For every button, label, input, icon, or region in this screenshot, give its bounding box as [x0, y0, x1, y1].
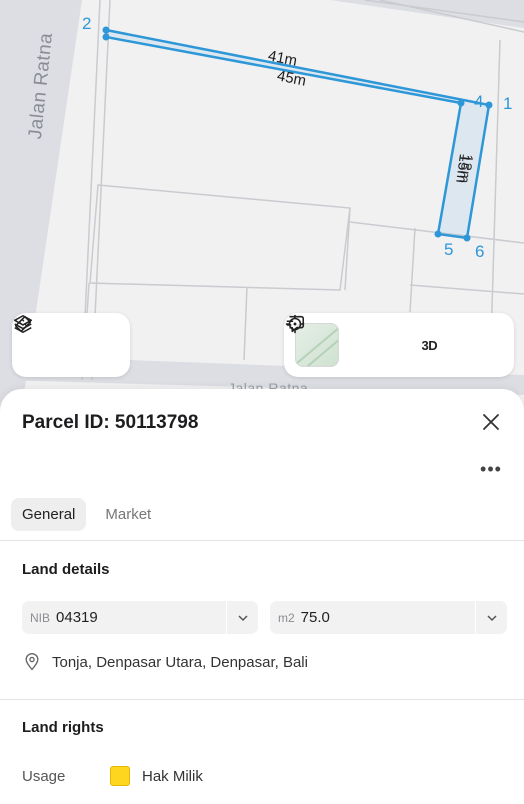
- more-options-button[interactable]: •••: [478, 459, 504, 479]
- land-details-heading: Land details: [22, 561, 110, 578]
- usage-label: Usage: [22, 768, 66, 785]
- measure-button[interactable]: [14, 315, 118, 365]
- area-prefix: m2: [278, 610, 295, 625]
- divider: [0, 540, 524, 541]
- usage-color-swatch: [110, 766, 130, 786]
- 3d-toggle-button[interactable]: 3D: [409, 325, 449, 365]
- chevron-down-icon: [486, 614, 497, 621]
- location-pin-icon: [25, 653, 39, 671]
- close-icon: [483, 414, 499, 430]
- area-value: 75.0: [300, 609, 330, 626]
- nib-dropdown-button[interactable]: [226, 601, 258, 634]
- tab-market[interactable]: Market: [94, 498, 162, 531]
- locate-button[interactable]: [285, 314, 395, 365]
- vertex-label: 6: [475, 242, 485, 261]
- address-row: Tonja, Denpasar Utara, Denpasar, Bali: [22, 652, 308, 672]
- vertex-label: 4: [474, 92, 484, 111]
- area-dropdown-button[interactable]: [475, 601, 507, 634]
- feedback-button[interactable]: [286, 315, 504, 365]
- vertex-label: 1: [503, 94, 513, 113]
- vertex-label: 2: [82, 14, 92, 33]
- land-rights-heading: Land rights: [22, 719, 104, 736]
- tab-bar: General Market: [11, 498, 162, 531]
- map-tools-right: 3D: [284, 313, 514, 377]
- divider: [0, 699, 524, 700]
- nib-field[interactable]: NIB 04319: [22, 601, 258, 634]
- map-view[interactable]: Jalan Ratna Jalan Ratna 2 1 4 5 6 41m 45…: [0, 0, 524, 420]
- usage-value: Hak Milik: [142, 768, 203, 785]
- area-field[interactable]: m2 75.0: [270, 601, 507, 634]
- map-tools-left: [12, 313, 130, 377]
- chat-bubble-icon: [286, 315, 305, 333]
- parcel-sheet: Parcel ID: 50113798 ••• General Market L…: [0, 389, 524, 804]
- tab-general[interactable]: General: [11, 498, 87, 531]
- vertex-label: 5: [444, 240, 454, 259]
- close-button[interactable]: [476, 407, 506, 437]
- address-text: Tonja, Denpasar Utara, Denpasar, Bali: [52, 653, 308, 671]
- nib-value: 04319: [56, 609, 98, 626]
- ruler-icon: [14, 315, 32, 333]
- parcel-title: Parcel ID: 50113798: [22, 412, 199, 433]
- nib-prefix: NIB: [30, 610, 51, 625]
- 3d-label: 3D: [421, 337, 438, 353]
- chevron-down-icon: [237, 614, 248, 621]
